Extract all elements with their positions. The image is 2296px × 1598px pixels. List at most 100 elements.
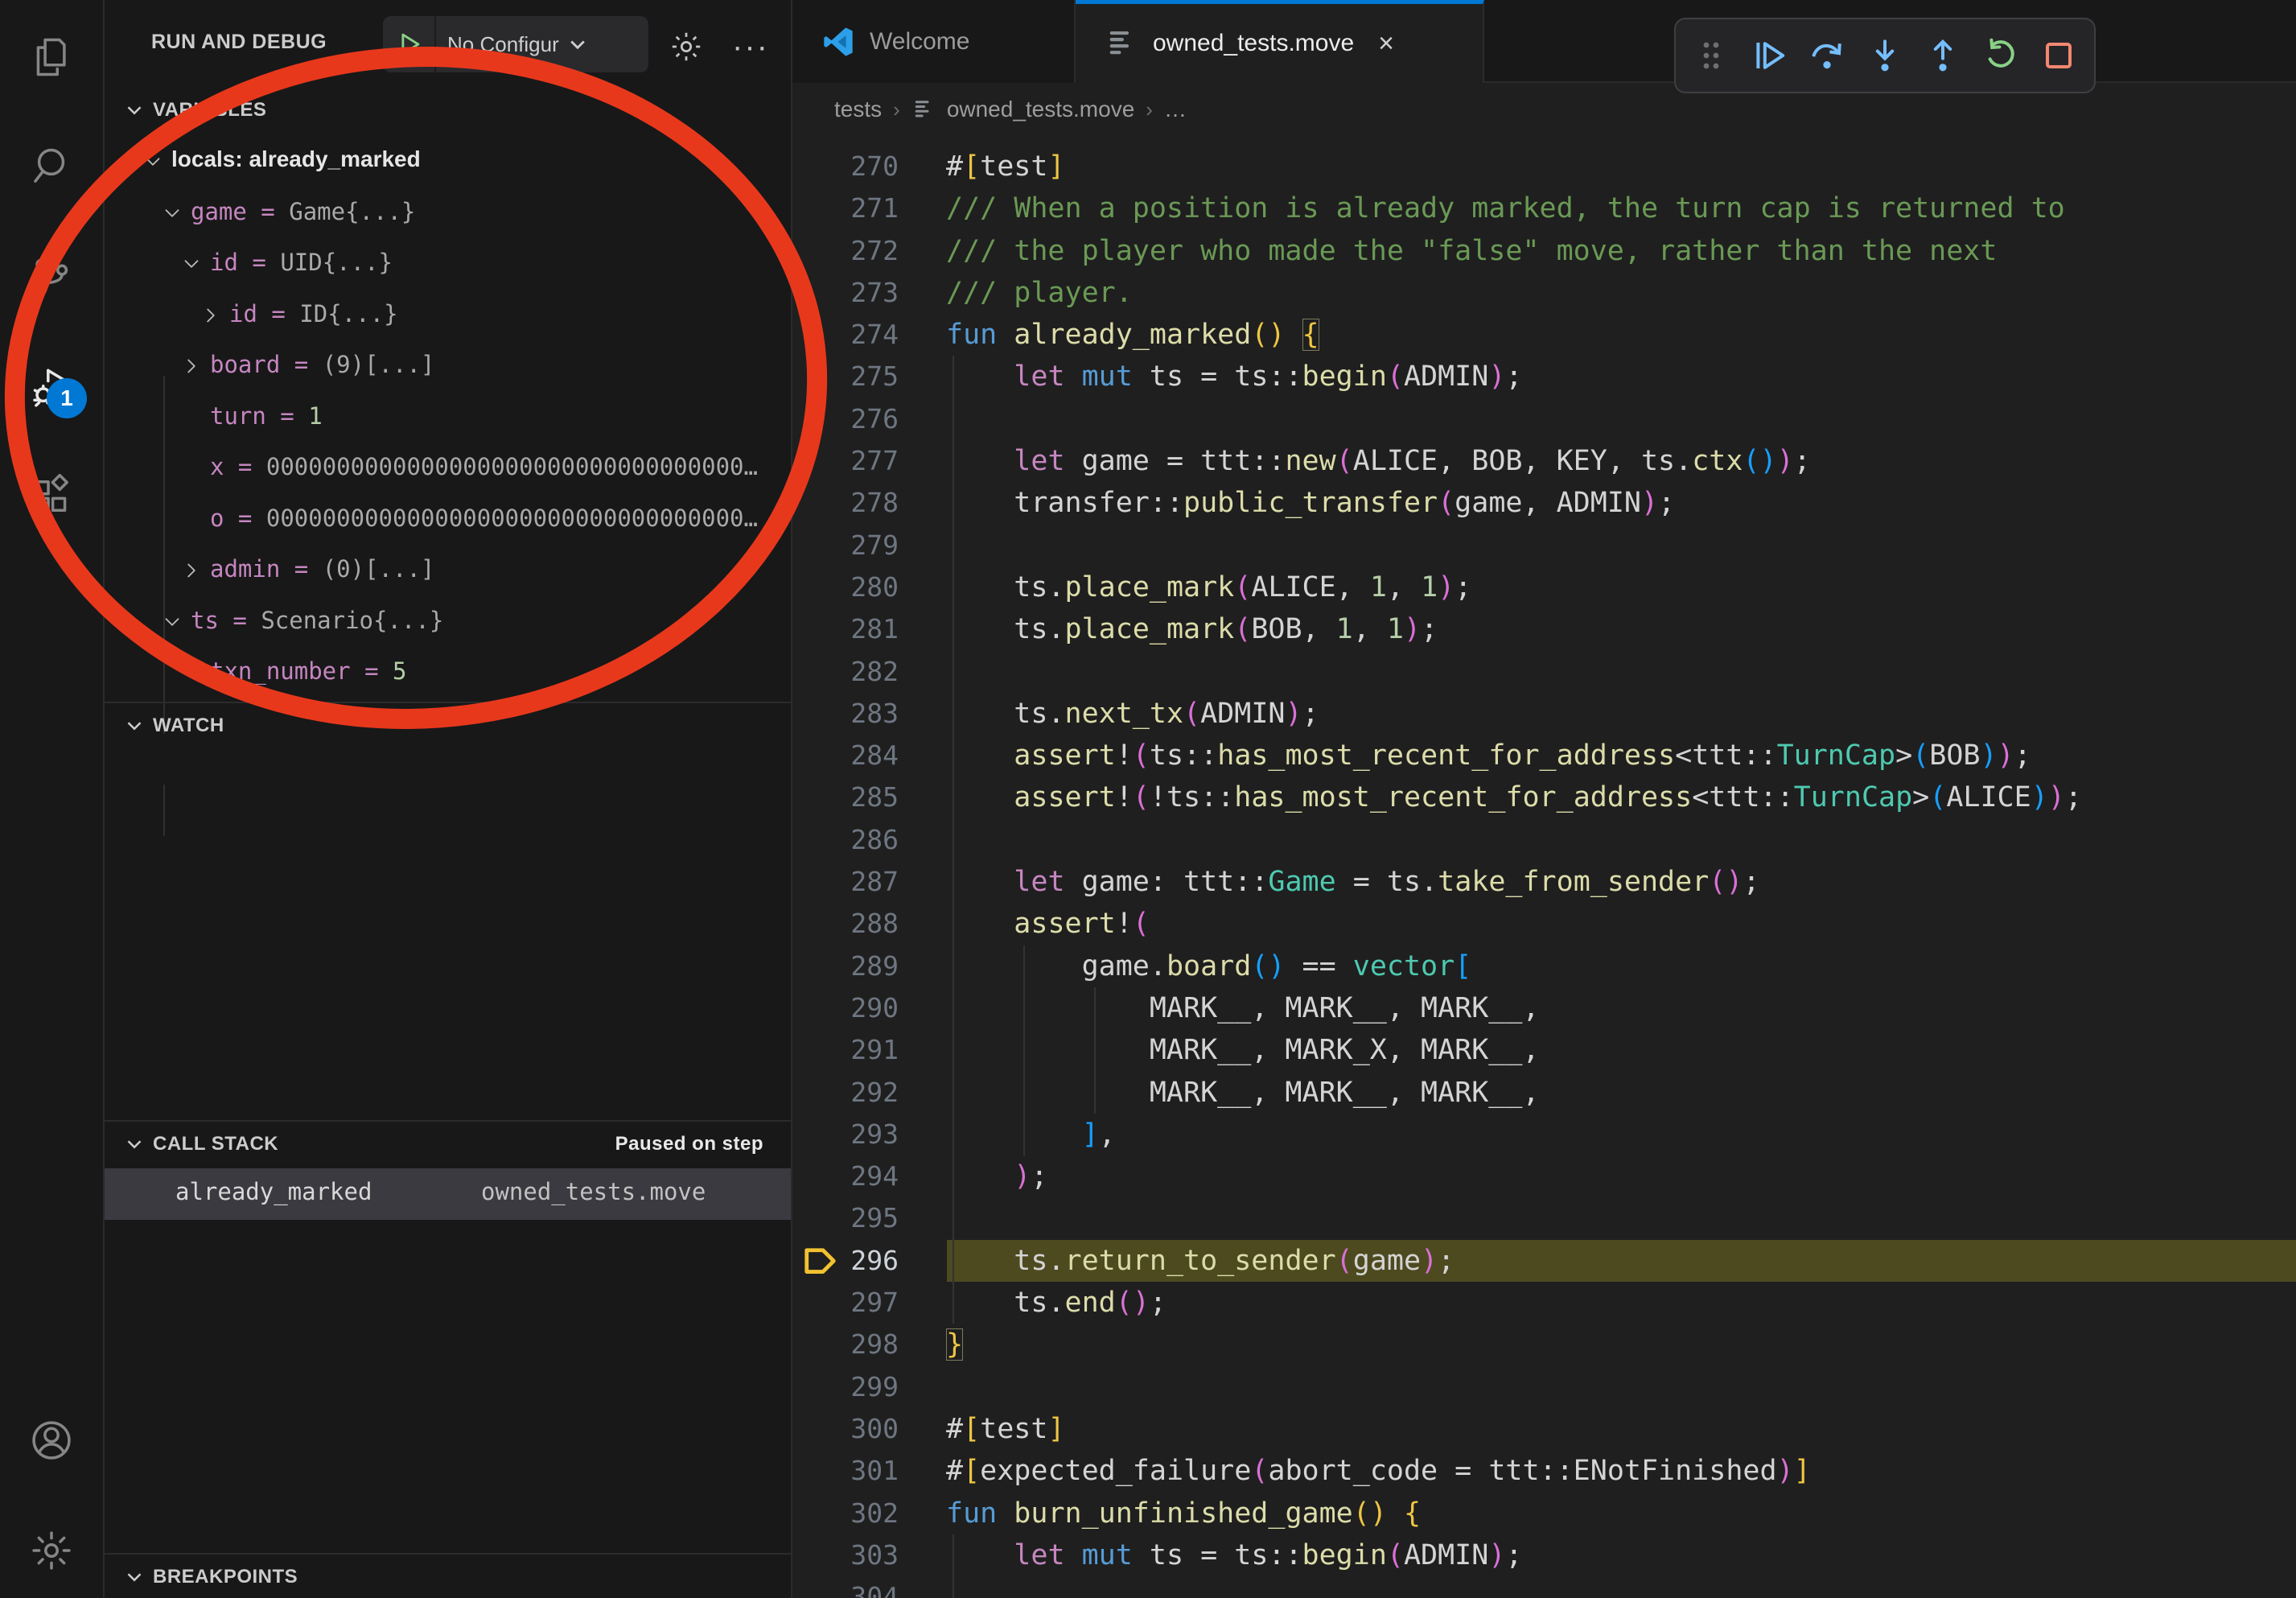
line-number[interactable]: 277 <box>792 440 899 482</box>
line-number[interactable]: 283 <box>792 693 899 735</box>
start-debug-icon[interactable] <box>383 16 436 72</box>
line-number[interactable]: 298 <box>792 1324 899 1365</box>
code-line-279[interactable]: 279 <box>792 525 2296 566</box>
code-line-270[interactable]: 270#[test] <box>792 146 2296 187</box>
chevron-down-icon[interactable] <box>160 201 184 225</box>
line-number[interactable]: 299 <box>792 1366 899 1408</box>
breadcrumb-item[interactable]: tests <box>834 97 882 122</box>
section-breakpoints[interactable]: BREAKPOINTS <box>105 1553 791 1598</box>
line-number[interactable]: 280 <box>792 566 899 608</box>
chevron-down-icon[interactable] <box>141 150 165 174</box>
variable-row[interactable]: ts = Scenario{...} <box>105 597 791 649</box>
run-and-debug-icon[interactable]: 1 <box>29 364 74 409</box>
line-number[interactable]: 289 <box>792 945 899 987</box>
tab-welcome[interactable]: Welcome <box>792 0 1076 83</box>
code-line-292[interactable]: 292 MARK__, MARK__, MARK__, <box>792 1072 2296 1114</box>
step-over-icon[interactable] <box>1808 36 1846 75</box>
code-line-283[interactable]: 283 ts.next_tx(ADMIN); <box>792 693 2296 735</box>
call-stack-frame-row[interactable]: already_marked owned_tests.move <box>105 1168 791 1220</box>
line-number[interactable]: 295 <box>792 1197 899 1239</box>
code-line-291[interactable]: 291 MARK__, MARK_X, MARK__, <box>792 1029 2296 1071</box>
step-out-icon[interactable] <box>1924 36 1962 75</box>
source-control-icon[interactable] <box>29 254 74 299</box>
line-number[interactable]: 292 <box>792 1072 899 1114</box>
breadcrumb-item[interactable]: … <box>1164 97 1187 122</box>
line-number[interactable]: 274 <box>792 314 899 356</box>
code-line-277[interactable]: 277 let game = ttt::new(ALICE, BOB, KEY,… <box>792 440 2296 482</box>
line-number[interactable]: 278 <box>792 482 899 524</box>
line-number[interactable]: 275 <box>792 356 899 397</box>
code-line-298[interactable]: 298} <box>792 1324 2296 1365</box>
line-number[interactable]: 287 <box>792 861 899 903</box>
code-line-272[interactable]: 272/// the player who made the "false" m… <box>792 230 2296 272</box>
line-number[interactable]: 290 <box>792 987 899 1029</box>
stop-icon[interactable] <box>2039 36 2078 75</box>
code-line-285[interactable]: 285 assert!(!ts::has_most_recent_for_add… <box>792 776 2296 818</box>
code-line-287[interactable]: 287 let game: ttt::Game = ts.take_from_s… <box>792 861 2296 903</box>
variable-row[interactable]: txn_number = 5 <box>105 648 791 699</box>
code-line-290[interactable]: 290 MARK__, MARK__, MARK__, <box>792 987 2296 1029</box>
line-number[interactable]: 286 <box>792 819 899 861</box>
line-number[interactable]: 297 <box>792 1282 899 1324</box>
line-number[interactable]: 279 <box>792 525 899 566</box>
restart-icon[interactable] <box>1981 36 2020 75</box>
code-editor[interactable]: 270#[test]271/// When a position is alre… <box>792 135 2296 1598</box>
variables-scope-row[interactable]: locals: already_marked <box>105 137 791 188</box>
line-number[interactable]: 271 <box>792 187 899 229</box>
code-line-273[interactable]: 273/// player. <box>792 272 2296 314</box>
variable-row[interactable]: id = UID{...} <box>105 239 791 290</box>
code-line-288[interactable]: 288 assert!( <box>792 903 2296 945</box>
line-number[interactable]: 288 <box>792 903 899 945</box>
debug-config-dropdown[interactable]: No Configur <box>383 16 648 72</box>
code-line-297[interactable]: 297 ts.end(); <box>792 1282 2296 1324</box>
section-variables[interactable]: VARIABLES <box>105 87 791 134</box>
section-watch[interactable]: WATCH <box>105 702 791 748</box>
line-number[interactable]: 294 <box>792 1155 899 1197</box>
line-number[interactable]: 270 <box>792 146 899 187</box>
section-call-stack[interactable]: CALL STACK Paused on step <box>105 1120 791 1167</box>
line-number[interactable]: 301 <box>792 1450 899 1492</box>
line-number[interactable]: 276 <box>792 398 899 440</box>
variable-row[interactable]: game = Game{...} <box>105 188 791 240</box>
code-line-296[interactable]: 296 ts.return_to_sender(game); <box>792 1240 2296 1282</box>
variable-row[interactable]: admin = (0)[...] <box>105 546 791 597</box>
code-line-302[interactable]: 302fun burn_unfinished_game() { <box>792 1493 2296 1534</box>
code-line-274[interactable]: 274fun already_marked() { <box>792 314 2296 356</box>
code-line-293[interactable]: 293 ], <box>792 1114 2296 1155</box>
line-number[interactable]: 296 <box>792 1240 899 1282</box>
code-line-276[interactable]: 276 <box>792 398 2296 440</box>
variable-row[interactable]: turn = 1 <box>105 393 791 444</box>
extensions-icon[interactable] <box>29 474 74 519</box>
variable-row[interactable]: x = 0000000000000000000000000000000000… <box>105 443 791 495</box>
search-icon[interactable] <box>29 144 74 189</box>
code-line-299[interactable]: 299 <box>792 1366 2296 1408</box>
line-number[interactable]: 282 <box>792 651 899 693</box>
code-line-286[interactable]: 286 <box>792 819 2296 861</box>
explorer-icon[interactable] <box>29 35 74 80</box>
code-line-301[interactable]: 301#[expected_failure(abort_code = ttt::… <box>792 1450 2296 1492</box>
close-icon[interactable]: × <box>1378 30 1394 57</box>
chevron-down-icon[interactable] <box>179 252 204 276</box>
more-actions-icon[interactable]: ··· <box>732 29 767 64</box>
line-number[interactable]: 291 <box>792 1029 899 1071</box>
line-number[interactable]: 273 <box>792 272 899 314</box>
code-line-278[interactable]: 278 transfer::public_transfer(game, ADMI… <box>792 482 2296 524</box>
variable-row[interactable]: board = (9)[...] <box>105 341 791 393</box>
line-number[interactable]: 281 <box>792 608 899 650</box>
chevron-right-icon[interactable] <box>179 558 204 583</box>
line-number[interactable]: 284 <box>792 735 899 776</box>
line-number[interactable]: 272 <box>792 230 899 272</box>
code-line-282[interactable]: 282 <box>792 651 2296 693</box>
drag-grip-icon[interactable] <box>1692 36 1730 75</box>
chevron-right-icon[interactable] <box>199 303 223 327</box>
code-line-295[interactable]: 295 <box>792 1197 2296 1239</box>
variable-row[interactable]: id = ID{...} <box>105 290 791 342</box>
line-number[interactable]: 293 <box>792 1114 899 1155</box>
line-number[interactable]: 285 <box>792 776 899 818</box>
code-line-303[interactable]: 303 let mut ts = ts::begin(ADMIN); <box>792 1534 2296 1576</box>
account-icon[interactable] <box>29 1418 74 1463</box>
code-line-280[interactable]: 280 ts.place_mark(ALICE, 1, 1); <box>792 566 2296 608</box>
code-line-271[interactable]: 271/// When a position is already marked… <box>792 187 2296 229</box>
code-line-281[interactable]: 281 ts.place_mark(BOB, 1, 1); <box>792 608 2296 650</box>
continue-icon[interactable] <box>1750 36 1788 75</box>
